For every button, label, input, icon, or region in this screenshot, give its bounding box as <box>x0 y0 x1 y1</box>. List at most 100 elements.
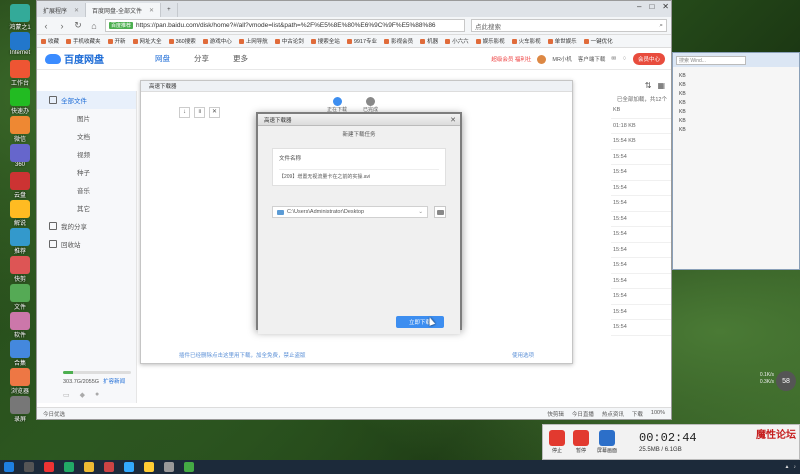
nav-more[interactable]: 更多 <box>233 53 248 64</box>
status-item[interactable]: 快剪辑 <box>547 410 564 418</box>
avatar[interactable] <box>537 54 547 64</box>
new-tab-button[interactable]: + <box>161 3 178 17</box>
table-row[interactable]: 15:54 <box>611 150 671 165</box>
desktop-icon[interactable]: 推荐 <box>2 228 38 255</box>
computer-icon[interactable]: ▭ <box>63 391 70 399</box>
close-icon[interactable]: ✕ <box>450 116 456 124</box>
explorer-row[interactable]: KB <box>673 118 799 127</box>
table-row[interactable]: 15:54 <box>611 274 671 289</box>
sidebar-item-my-shares[interactable]: 我的分享 <box>37 217 136 235</box>
table-row[interactable]: 15:54 <box>611 243 671 258</box>
search-input[interactable]: 点此搜索 ⌕ <box>471 19 667 32</box>
task-view-icon[interactable] <box>24 462 34 472</box>
explorer-row[interactable]: KB <box>673 127 799 136</box>
client-download-link[interactable]: 客户端下载 <box>578 55 606 63</box>
sidebar-item-all-files[interactable]: 全部文件 <box>37 91 136 109</box>
bookmark-item[interactable]: 网址大全 <box>133 37 162 45</box>
bookmark-item[interactable]: 小六六 <box>445 37 469 45</box>
expand-link[interactable]: 扩容新闻 <box>103 379 125 385</box>
table-row[interactable]: 15:54 <box>611 165 671 181</box>
nav-netdisk[interactable]: 网盘 <box>155 53 170 64</box>
table-row[interactable]: 15:54 <box>611 227 671 243</box>
tab-downloading[interactable]: 正在下载 <box>327 97 347 113</box>
bookmark-item[interactable]: 影视会员 <box>384 37 413 45</box>
baidu-pan-logo[interactable]: 百度网盘 <box>45 51 135 66</box>
close-window-icon[interactable]: ✕ <box>662 2 669 11</box>
chrome-icon[interactable] <box>84 462 94 472</box>
maximize-icon[interactable]: □ <box>649 2 654 11</box>
move-down-icon[interactable]: ↓ <box>179 107 190 118</box>
apple-icon[interactable]: ● <box>95 391 99 399</box>
forward-icon[interactable]: › <box>57 21 67 31</box>
browse-folder-button[interactable] <box>434 206 446 218</box>
explorer-row[interactable]: KB <box>673 91 799 100</box>
desktop-icon[interactable]: 软件 <box>2 312 38 339</box>
sidebar-item-other[interactable]: 其它 <box>37 199 136 217</box>
download-now-button[interactable]: 立即下载 <box>396 316 444 328</box>
bookmark-item[interactable]: 中古论剑 <box>275 37 304 45</box>
table-row[interactable]: 15:54 <box>611 258 671 274</box>
status-item[interactable]: 今日直播 <box>572 410 594 418</box>
bookmark-item[interactable]: 单世娱乐 <box>548 37 577 45</box>
tab-baidu-pan[interactable]: 百度网盘-全部文件 ✕ <box>86 3 162 17</box>
bookmark-item[interactable]: 收藏 <box>41 37 59 45</box>
tab-completed[interactable]: 已完成 <box>363 97 378 113</box>
desktop-icon[interactable]: Internet <box>2 32 38 56</box>
explorer-row[interactable]: KB <box>673 100 799 109</box>
delete-icon[interactable]: ✕ <box>209 107 220 118</box>
bookmark-item[interactable]: 游戏中心 <box>203 37 232 45</box>
desktop-icon[interactable]: 快剪 <box>2 256 38 283</box>
tray-icon[interactable]: ▲ <box>785 464 790 470</box>
back-icon[interactable]: ‹ <box>41 21 51 31</box>
bookmark-item[interactable]: 娱乐影视 <box>476 37 505 45</box>
bookmark-item[interactable]: 搜索全站 <box>311 37 340 45</box>
sidebar-item-music[interactable]: 音乐 <box>37 181 136 199</box>
status-item[interactable]: 100% <box>651 410 665 418</box>
speed-badge[interactable]: 58 <box>776 371 796 391</box>
desktop-icon[interactable]: 微信 <box>2 116 38 143</box>
close-icon[interactable]: ✕ <box>149 7 154 14</box>
nav-share[interactable]: 分享 <box>194 53 209 64</box>
folder-icon[interactable] <box>144 462 154 472</box>
settings-link[interactable]: 使用选项 <box>512 351 534 359</box>
file-name-value[interactable]: 【209】增置无视流量卡在之前的实操.avi <box>279 169 439 180</box>
status-left[interactable]: 今日优选 <box>43 410 65 418</box>
table-row[interactable]: 15:54 <box>611 320 671 336</box>
sidebar-item-torrents[interactable]: 种子 <box>37 163 136 181</box>
search-icon[interactable]: ⌕ <box>659 22 663 30</box>
grid-view-icon[interactable]: ▦ <box>657 81 665 90</box>
table-row[interactable]: 15:54 <box>611 212 671 227</box>
table-row[interactable]: KB <box>611 103 671 119</box>
minimize-icon[interactable]: – <box>637 2 641 11</box>
home-icon[interactable]: ⌂ <box>89 21 99 31</box>
table-row[interactable]: 15:54 <box>611 289 671 305</box>
bookmark-item[interactable]: 火车影视 <box>512 37 541 45</box>
explorer-search[interactable]: 搜索 Wind... <box>676 55 746 65</box>
username[interactable]: MR小机 <box>552 55 572 63</box>
status-item[interactable]: 下载 <box>632 410 643 418</box>
bookmark-item[interactable]: 上网导航 <box>239 37 268 45</box>
start-icon[interactable] <box>4 462 14 472</box>
speed-icon[interactable] <box>164 462 174 472</box>
bookmark-item[interactable]: 机器 <box>420 37 438 45</box>
table-row[interactable]: 15:54 <box>611 305 671 320</box>
screen-button[interactable]: 屏幕画面 <box>597 430 617 454</box>
desktop-icon[interactable]: 录屏 <box>2 396 38 423</box>
refresh-icon[interactable]: ↻ <box>73 20 83 31</box>
table-row[interactable]: 01:18 KB <box>611 119 671 134</box>
bookmark-item[interactable]: 手机收藏夹 <box>66 37 101 45</box>
app-icon[interactable] <box>124 462 134 472</box>
sidebar-item-docs[interactable]: 文档 <box>37 127 136 145</box>
android-icon[interactable]: ◆ <box>80 391 85 399</box>
mail-icon[interactable]: ✉ <box>611 56 616 62</box>
explorer-row[interactable]: KB <box>673 109 799 118</box>
desktop-icon[interactable]: 鸿蒙之1 <box>2 4 38 31</box>
qq-browser-icon[interactable] <box>64 462 74 472</box>
sort-icon[interactable]: ⇅ <box>645 81 652 90</box>
opera-icon[interactable] <box>44 462 54 472</box>
explorer-row[interactable]: KB <box>673 73 799 82</box>
status-item[interactable]: 热点资讯 <box>602 410 624 418</box>
desktop-icon[interactable]: 云盘 <box>2 172 38 199</box>
desktop-icon[interactable]: 工作台 <box>2 60 38 87</box>
save-path-select[interactable]: C:\Users\Administrator\Desktop ⌄ <box>272 206 428 218</box>
